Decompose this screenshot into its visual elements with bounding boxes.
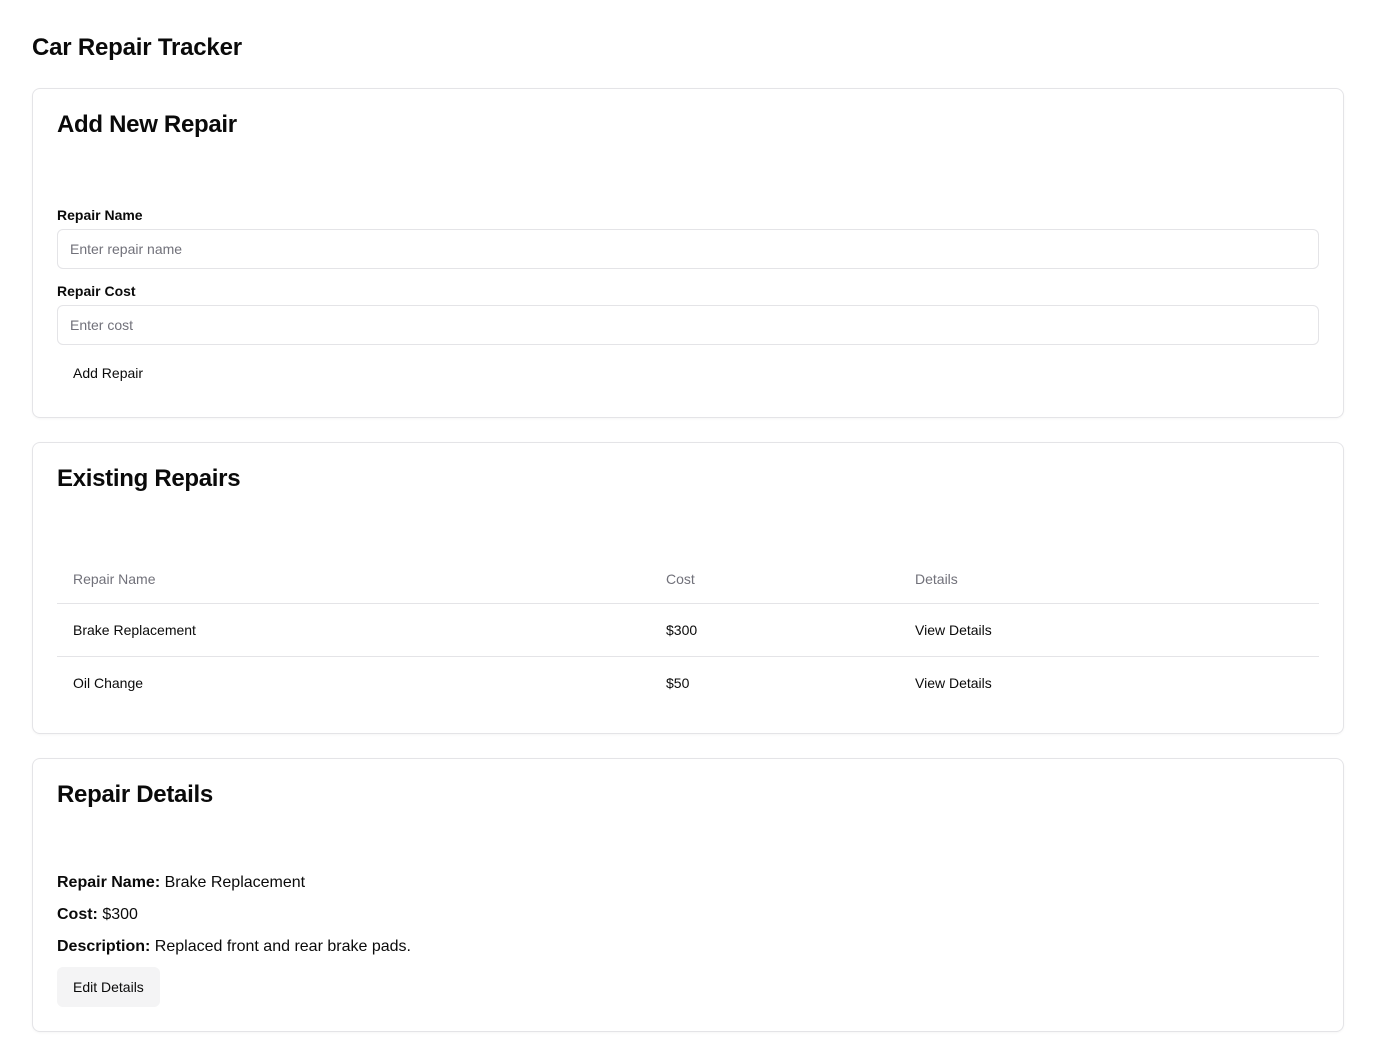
repair-cost-cell: $50	[666, 674, 690, 691]
existing-repairs-title: Existing Repairs	[57, 465, 241, 492]
repair-cost-cell: $300	[650, 603, 899, 657]
column-header-cost: Cost	[650, 555, 899, 604]
view-details-button[interactable]: View Details	[915, 675, 992, 691]
detail-description-label: Description:	[57, 938, 151, 955]
repair-name-input[interactable]	[57, 229, 1319, 269]
add-repair-title: Add New Repair	[57, 111, 237, 138]
table-row: Oil Change $50 View Details	[57, 656, 1319, 709]
table-header-row: Repair Name Cost Details	[57, 555, 1319, 604]
repair-name-cell: Brake Replacement	[57, 603, 650, 657]
repair-details-card: Repair Details Repair Name: Brake Replac…	[32, 758, 1344, 1032]
detail-description-value: Replaced front and rear brake pads.	[154, 938, 411, 955]
table-row: Brake Replacement $300 View Details	[57, 603, 1319, 657]
column-header-repair-name: Repair Name	[57, 555, 650, 604]
repair-cost-label: Repair Cost	[57, 283, 136, 299]
detail-cost-value: $300	[102, 906, 138, 923]
repair-name-label: Repair Name	[57, 207, 143, 223]
add-repair-card: Add New Repair Repair Name Repair Cost A…	[32, 88, 1344, 418]
detail-cost-label: Cost:	[57, 906, 98, 923]
detail-repair-name-value: Brake Replacement	[164, 874, 306, 891]
detail-repair-name-label: Repair Name:	[57, 874, 161, 891]
repair-name-cell: Oil Change	[73, 674, 144, 691]
detail-cost: Cost: $300	[57, 903, 138, 927]
repair-details-title: Repair Details	[57, 781, 213, 808]
repair-details-cell: View Details	[899, 656, 1319, 709]
add-repair-button[interactable]: Add Repair	[57, 353, 159, 393]
view-details-button[interactable]: View Details	[915, 622, 992, 638]
existing-repairs-card: Existing Repairs Repair Name Cost Detail…	[32, 442, 1344, 734]
repair-cost-input[interactable]	[57, 305, 1319, 345]
edit-details-button[interactable]: Edit Details	[57, 967, 160, 1007]
page: Car Repair Tracker Add New Repair Repair…	[0, 0, 1376, 1064]
repair-details-cell: View Details	[899, 603, 1319, 657]
page-title: Car Repair Tracker	[32, 34, 242, 61]
column-header-details: Details	[899, 555, 1319, 604]
detail-repair-name: Repair Name: Brake Replacement	[57, 871, 305, 895]
repairs-table: Repair Name Cost Details Brake Replaceme…	[57, 555, 1319, 709]
detail-description: Description: Replaced front and rear bra…	[57, 935, 411, 959]
